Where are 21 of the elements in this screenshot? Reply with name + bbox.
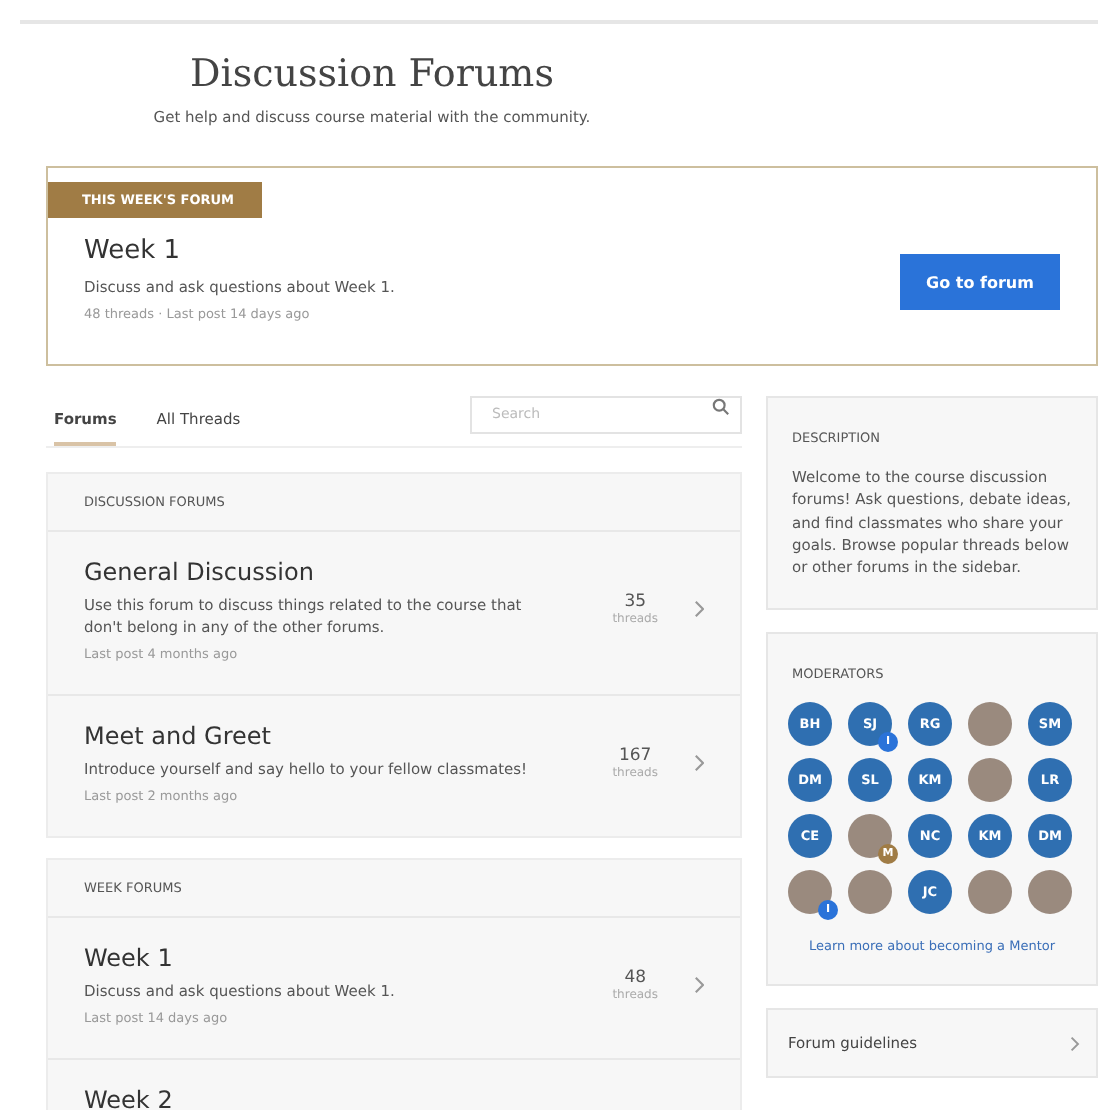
page-title: Discussion Forums <box>190 52 554 96</box>
forum-title: Meet and Greet <box>84 721 273 750</box>
search-icon <box>712 398 730 416</box>
chevron-right-icon <box>693 600 704 619</box>
forum-row[interactable]: Week 2 <box>48 1059 740 1110</box>
thread-count: 167 <box>618 745 652 766</box>
thread-count: 48 <box>624 967 647 988</box>
avatar-placeholder[interactable] <box>1028 870 1072 915</box>
avatar-placeholder[interactable] <box>968 870 1012 915</box>
chevron-right-icon <box>1070 1035 1080 1052</box>
go-to-forum-button[interactable]: Go to forum <box>900 254 1060 310</box>
chevron-right-icon <box>693 753 704 772</box>
forum-title: General Discussion <box>84 558 316 586</box>
forum-title: Week 1 <box>84 943 175 972</box>
avatar-placeholder[interactable] <box>848 870 892 915</box>
thread-count: 35 <box>624 592 647 613</box>
chevron-right-icon <box>693 975 704 994</box>
forum-title: Week 2 <box>84 1085 175 1110</box>
featured-forum-title: Week 1 <box>84 236 183 266</box>
avatar-placeholder[interactable] <box>968 758 1012 803</box>
avatar-placeholder[interactable] <box>968 702 1012 747</box>
